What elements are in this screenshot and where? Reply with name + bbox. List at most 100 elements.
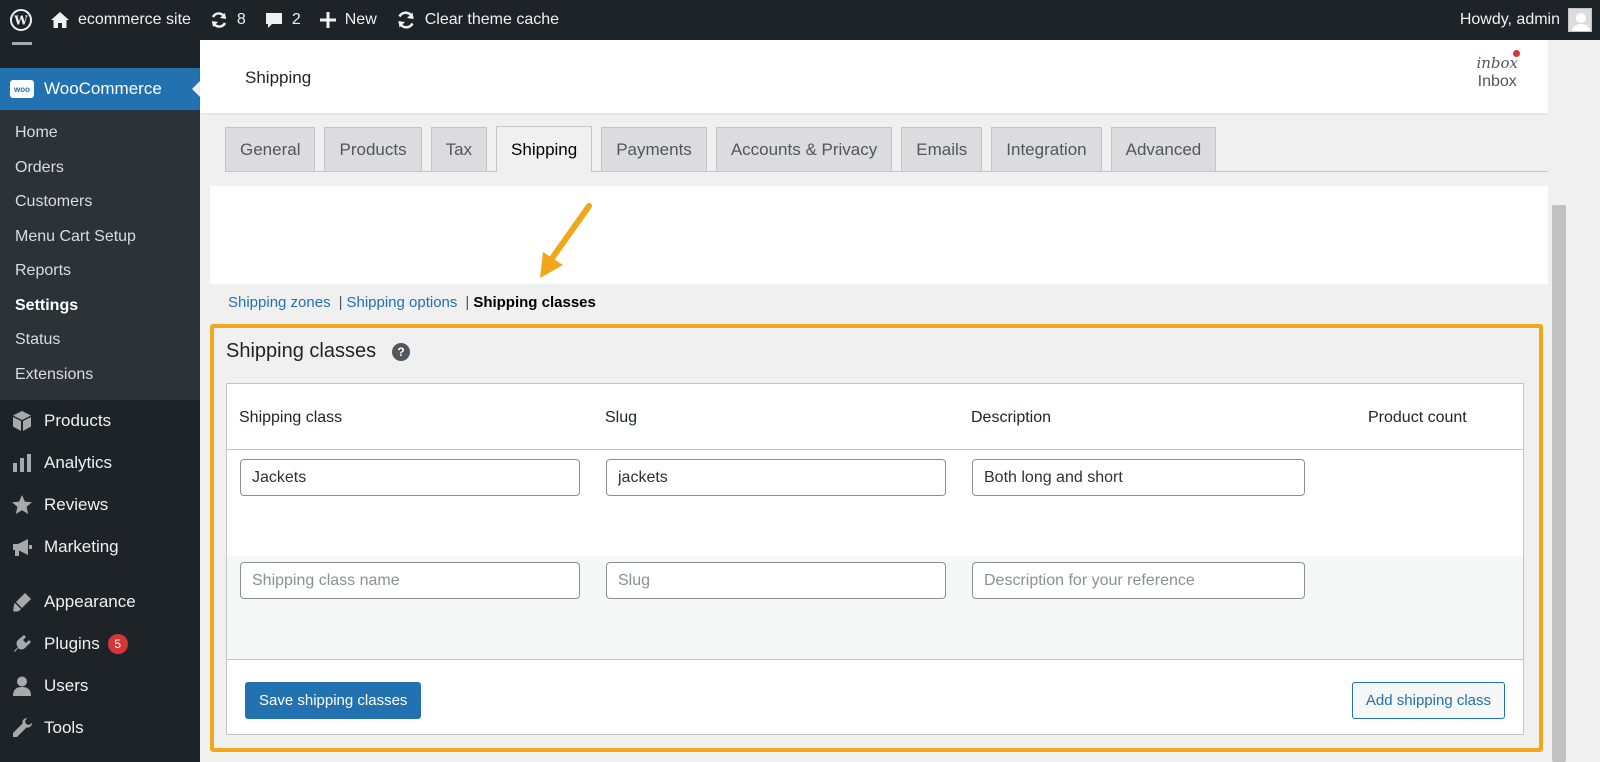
- sidebar-item-label: Plugins: [44, 634, 100, 653]
- bar-chart-icon: [10, 451, 34, 475]
- notice-area: [210, 186, 1548, 284]
- updates-icon: [209, 10, 229, 30]
- settings-tabs: General Products Tax Shipping Payments A…: [225, 126, 1548, 172]
- shipping-class-name-input[interactable]: [240, 459, 580, 496]
- submenu-item-status[interactable]: Status: [0, 323, 200, 358]
- shipping-section-links: Shipping zones | Shipping options | Ship…: [228, 294, 596, 311]
- tab-shipping[interactable]: Shipping: [496, 126, 593, 172]
- sidebar-item-marketing[interactable]: Marketing: [0, 526, 200, 568]
- megaphone-icon: [10, 535, 34, 559]
- clear-cache-label: Clear theme cache: [424, 11, 560, 28]
- sidebar-item-reviews[interactable]: Reviews: [0, 484, 200, 526]
- clear-cache-link[interactable]: Clear theme cache: [386, 0, 568, 40]
- howdy-label: Howdy, admin: [1459, 11, 1560, 28]
- svg-text:W: W: [13, 14, 28, 28]
- new-label: New: [344, 11, 377, 28]
- comments-link[interactable]: 2: [255, 0, 310, 40]
- sidebar-item-label: Marketing: [44, 537, 119, 556]
- column-header-slug: Slug: [605, 409, 638, 426]
- shipping-class-slug-input[interactable]: [606, 459, 946, 496]
- save-shipping-classes-button[interactable]: Save shipping classes: [245, 682, 422, 719]
- submenu-item-customers[interactable]: Customers: [0, 185, 200, 220]
- sidebar-item-label: Appearance: [44, 592, 136, 611]
- site-name-link[interactable]: ecommerce site: [41, 0, 200, 40]
- inbox-icon-text: inbox: [1476, 54, 1518, 72]
- sidebar-item-tools[interactable]: Tools: [0, 707, 200, 749]
- submenu-item-menu-cart-setup[interactable]: Menu Cart Setup: [0, 220, 200, 255]
- sidebar-item-plugins[interactable]: Plugins 5: [0, 623, 200, 665]
- menu-separator: [0, 568, 200, 581]
- sidebar-item-users[interactable]: Users: [0, 665, 200, 707]
- annotation-arrow-icon: [540, 203, 592, 278]
- avatar: [1568, 8, 1592, 32]
- column-header-shipping-class: Shipping class: [239, 409, 343, 426]
- star-icon: [10, 493, 34, 517]
- shipping-classes-current: Shipping classes: [473, 294, 596, 311]
- table-footer: Save shipping classes Add shipping class: [227, 661, 1523, 735]
- tab-accounts-privacy[interactable]: Accounts & Privacy: [715, 127, 893, 171]
- new-shipping-class-description-input[interactable]: [972, 562, 1305, 599]
- comments-count: 2: [291, 11, 301, 28]
- column-header-product-count: Product count: [1368, 409, 1467, 426]
- updates-count: 8: [236, 11, 246, 28]
- submenu-item-extensions[interactable]: Extensions: [0, 358, 200, 393]
- admin-sidebar: woo WooCommerce Home Orders Customers Me…: [0, 40, 200, 762]
- new-shipping-class-slug-input[interactable]: [606, 562, 946, 599]
- add-shipping-class-button[interactable]: Add shipping class: [1351, 682, 1505, 719]
- inbox-button[interactable]: inbox Inbox: [1476, 50, 1520, 91]
- shipping-class-description-input[interactable]: [972, 459, 1305, 496]
- comment-icon: [264, 10, 284, 30]
- sidebar-item-analytics[interactable]: Analytics: [0, 442, 200, 484]
- sidebar-item-appearance[interactable]: Appearance: [0, 581, 200, 623]
- link-separator: |: [338, 294, 343, 311]
- help-icon[interactable]: ?: [392, 342, 411, 361]
- sidebar-item-contact-partial[interactable]: [0, 40, 200, 68]
- shipping-zones-link[interactable]: Shipping zones: [228, 294, 331, 311]
- sidebar-item-label: Tools: [44, 718, 84, 737]
- updates-link[interactable]: 8: [200, 0, 255, 40]
- submenu-item-home[interactable]: Home: [0, 116, 200, 151]
- plugin-icon: [10, 632, 34, 656]
- submenu-item-orders[interactable]: Orders: [0, 151, 200, 186]
- tab-tax[interactable]: Tax: [430, 127, 488, 171]
- submenu-item-settings[interactable]: Settings: [0, 289, 200, 324]
- page-header: Shipping inbox Inbox: [200, 40, 1548, 113]
- page-title: Shipping: [245, 68, 312, 87]
- sidebar-item-products[interactable]: Products: [0, 400, 200, 442]
- scrollbar-thumb[interactable]: [1552, 205, 1566, 762]
- woocommerce-icon: woo: [10, 80, 34, 98]
- paintbrush-icon: [10, 590, 34, 614]
- new-content-link[interactable]: New: [310, 0, 386, 40]
- tab-general[interactable]: General: [225, 127, 316, 171]
- new-shipping-class-name-input[interactable]: [240, 562, 580, 599]
- sidebar-item-label: Analytics: [44, 453, 113, 472]
- account-menu[interactable]: Howdy, admin: [1451, 0, 1600, 40]
- wordpress-logo-button[interactable]: W: [0, 0, 41, 40]
- tab-products[interactable]: Products: [324, 127, 422, 171]
- section-title: Shipping classes ?: [226, 340, 411, 363]
- sidebar-item-label: WooCommerce: [44, 79, 162, 98]
- table-row: [227, 451, 1523, 556]
- link-separator: |: [465, 294, 470, 311]
- sidebar-item-label: Products: [44, 411, 112, 430]
- refresh-icon: [395, 9, 417, 31]
- user-icon: [10, 674, 34, 698]
- tab-emails[interactable]: Emails: [901, 127, 983, 171]
- tab-payments[interactable]: Payments: [601, 127, 707, 171]
- sidebar-item-label: Users: [44, 676, 89, 695]
- sidebar-item-woocommerce[interactable]: woo WooCommerce: [0, 68, 200, 110]
- sidebar-item-label: Reviews: [44, 495, 109, 514]
- submenu-item-reports[interactable]: Reports: [0, 254, 200, 289]
- home-icon: [50, 11, 70, 29]
- admin-bar: W ecommerce site 8 2 New Clear theme cac…: [0, 0, 1600, 40]
- woocommerce-submenu: Home Orders Customers Menu Cart Setup Re…: [0, 110, 200, 400]
- wrench-icon: [10, 716, 34, 740]
- plus-icon: [319, 11, 337, 29]
- tab-advanced[interactable]: Advanced: [1110, 127, 1217, 171]
- shipping-classes-table: Shipping class Slug Description Product …: [226, 383, 1524, 735]
- table-row-new: [227, 556, 1523, 660]
- tab-integration[interactable]: Integration: [991, 127, 1102, 171]
- column-header-description: Description: [971, 409, 1052, 426]
- box-icon: [10, 409, 34, 433]
- shipping-options-link[interactable]: Shipping options: [346, 294, 457, 311]
